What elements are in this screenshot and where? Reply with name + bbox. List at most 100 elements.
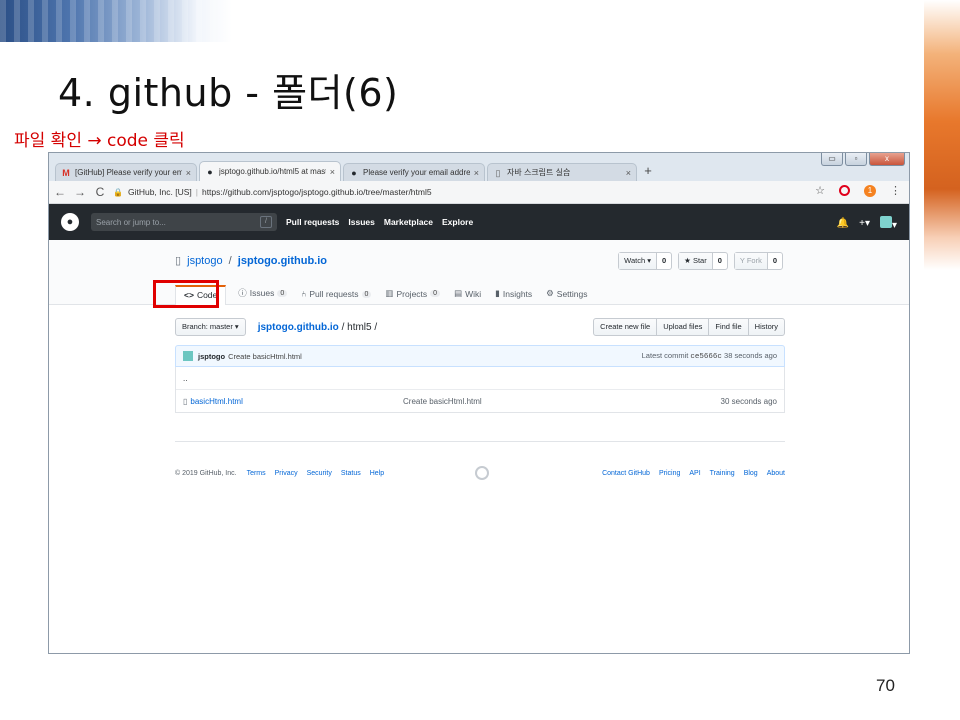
history-button[interactable]: History bbox=[749, 319, 784, 335]
footer-link-status[interactable]: Status bbox=[341, 470, 361, 477]
breadcrumb-repo-link[interactable]: jsptogo.github.io bbox=[258, 322, 339, 333]
browser-menu-icon[interactable]: ⋮ bbox=[890, 184, 901, 197]
watch-label: Watch ▾ bbox=[619, 253, 657, 269]
footer-link-about[interactable]: About bbox=[767, 470, 785, 477]
footer-link-blog[interactable]: Blog bbox=[744, 470, 758, 477]
file-commit-message[interactable]: Create basicHtml.html bbox=[403, 397, 721, 406]
nav-issues[interactable]: Issues bbox=[348, 217, 374, 227]
nav-pull-requests[interactable]: Pull requests bbox=[286, 217, 339, 227]
browser-tab-gmail[interactable]: M [GitHub] Please verify your email × bbox=[55, 163, 197, 181]
github-search-input[interactable]: Search or jump to... / bbox=[91, 213, 277, 231]
github-icon: ● bbox=[207, 166, 213, 177]
github-nav: Pull requests Issues Marketplace Explore bbox=[286, 217, 473, 227]
browser-tab-github-repo[interactable]: ● jsptogo.github.io/html5 at master × bbox=[199, 161, 341, 181]
footer-link-pricing[interactable]: Pricing bbox=[659, 470, 680, 477]
footer-link-terms[interactable]: Terms bbox=[247, 470, 266, 477]
commit-author[interactable]: jsptogo bbox=[198, 352, 225, 361]
footer-link-privacy[interactable]: Privacy bbox=[275, 470, 298, 477]
code-tab-highlight-box bbox=[153, 280, 219, 308]
graph-icon: ▮ bbox=[495, 288, 500, 298]
tab-projects[interactable]: ▥ Projects 0 bbox=[385, 288, 441, 304]
tab-wiki-label: Wiki bbox=[465, 288, 482, 299]
nav-explore[interactable]: Explore bbox=[442, 217, 473, 227]
tab-close-icon[interactable]: × bbox=[330, 167, 335, 177]
tab-settings[interactable]: ⚙ Settings bbox=[546, 288, 587, 304]
file-list: .. ▯ basicHtml.html Create basicHtml.htm… bbox=[175, 367, 785, 413]
tab-close-icon[interactable]: × bbox=[474, 168, 479, 178]
issue-icon: ⓘ bbox=[238, 288, 247, 298]
repo-book-icon: ▯ bbox=[175, 255, 182, 267]
find-file-button[interactable]: Find file bbox=[709, 319, 749, 335]
search-shortcut-key: / bbox=[260, 216, 272, 228]
github-logo-icon[interactable]: ● bbox=[61, 213, 79, 231]
tab-wiki[interactable]: ▤ Wiki bbox=[454, 288, 481, 304]
gear-icon: ⚙ bbox=[546, 288, 554, 298]
footer-link-api[interactable]: API bbox=[689, 470, 700, 477]
opera-icon[interactable] bbox=[839, 185, 850, 196]
footer-right-links: Contact GitHub Pricing API Training Blog… bbox=[602, 470, 785, 477]
gmail-icon: M bbox=[62, 167, 70, 178]
github-footer-logo-icon[interactable] bbox=[475, 466, 489, 480]
create-new-icon[interactable]: +▾ bbox=[859, 218, 870, 229]
tab-label: [GitHub] Please verify your email bbox=[75, 168, 182, 177]
parent-directory-link[interactable]: .. bbox=[183, 374, 403, 383]
commit-message[interactable]: Create basicHtml.html bbox=[228, 352, 302, 361]
new-tab-button[interactable]: + bbox=[639, 163, 657, 181]
browser-tab-verify-email[interactable]: ● Please verify your email address × bbox=[343, 163, 485, 181]
address-bar[interactable]: 🔒 GitHub, Inc. [US] | https://github.com… bbox=[113, 184, 773, 200]
notification-bell-icon[interactable]: 🔔 bbox=[837, 218, 849, 229]
tab-close-icon[interactable]: × bbox=[626, 168, 631, 178]
repo-name-link[interactable]: jsptogo.github.io bbox=[238, 255, 327, 267]
repo-owner-link[interactable]: jsptogo bbox=[187, 255, 222, 267]
footer-copyright: © 2019 GitHub, Inc. bbox=[175, 470, 237, 477]
wiki-icon: ▤ bbox=[454, 288, 463, 298]
bookmark-star-icon[interactable]: ☆ bbox=[815, 184, 825, 197]
nav-marketplace[interactable]: Marketplace bbox=[384, 217, 433, 227]
file-name[interactable]: ▯ basicHtml.html bbox=[183, 397, 403, 406]
browser-tab-javascript[interactable]: ▯ 자바 스크립트 실습 × bbox=[487, 163, 637, 181]
tab-pull-requests[interactable]: ⑃ Pull requests 0 bbox=[301, 289, 372, 304]
create-new-file-button[interactable]: Create new file bbox=[594, 319, 658, 335]
github-icon: ● bbox=[351, 167, 357, 178]
close-window-button[interactable]: x bbox=[869, 153, 905, 166]
list-item[interactable]: ▯ basicHtml.html Create basicHtml.html 3… bbox=[176, 389, 784, 412]
tab-insights-label: Insights bbox=[502, 288, 533, 299]
window-controls: ▭ ▫ x bbox=[821, 153, 905, 166]
slide-instruction: 파일 확인 → code 클릭 bbox=[14, 131, 185, 151]
tab-insights[interactable]: ▮ Insights bbox=[495, 288, 532, 304]
forward-icon[interactable]: → bbox=[71, 185, 89, 199]
watch-button[interactable]: Watch ▾ 0 bbox=[618, 252, 673, 270]
breadcrumb-path: / html5 / bbox=[341, 321, 378, 333]
fork-label: Y Fork bbox=[734, 253, 768, 269]
footer-link-contact[interactable]: Contact GitHub bbox=[602, 470, 650, 477]
maximize-button[interactable]: ▫ bbox=[845, 153, 867, 166]
footer-link-training[interactable]: Training bbox=[710, 470, 735, 477]
reload-icon[interactable]: C bbox=[91, 185, 109, 199]
branch-select-button[interactable]: Branch: master ▾ bbox=[175, 318, 246, 336]
tab-issues[interactable]: ⓘ Issues 0 bbox=[238, 287, 288, 304]
tab-strip: M [GitHub] Please verify your email × ● … bbox=[55, 161, 657, 181]
slide-right-decoration bbox=[924, 0, 960, 270]
star-label: ★ Star bbox=[679, 253, 713, 269]
pull-requests-counter: 0 bbox=[361, 290, 372, 298]
star-button[interactable]: ★ Star 0 bbox=[678, 252, 728, 270]
footer-link-security[interactable]: Security bbox=[307, 470, 332, 477]
extension-badge-icon[interactable]: 1 bbox=[864, 184, 876, 197]
slide-title: 4. github - 폴더(6) bbox=[58, 71, 399, 115]
commit-sha[interactable]: ce5666c bbox=[690, 353, 722, 361]
back-icon[interactable]: ← bbox=[51, 185, 69, 199]
browser-window: ▭ ▫ x M [GitHub] Please verify your emai… bbox=[48, 152, 910, 654]
tab-close-icon[interactable]: × bbox=[186, 168, 191, 178]
tab-label: jsptogo.github.io/html5 at master bbox=[219, 167, 326, 176]
commit-meta: Latest commit ce5666c 38 seconds ago bbox=[642, 351, 777, 361]
avatar bbox=[879, 216, 892, 228]
list-item[interactable]: .. bbox=[176, 367, 784, 389]
minimize-button[interactable]: ▭ bbox=[821, 153, 843, 166]
issues-counter: 0 bbox=[277, 289, 288, 297]
fork-button[interactable]: Y Fork 0 bbox=[733, 252, 783, 270]
footer-link-help[interactable]: Help bbox=[370, 470, 384, 477]
toolbar-right: ☆ 1 ⋮ bbox=[815, 184, 901, 197]
repo-actions: Watch ▾ 0 ★ Star 0 Y Fork 0 bbox=[618, 252, 783, 270]
user-menu[interactable]: ▾ bbox=[879, 216, 897, 231]
upload-files-button[interactable]: Upload files bbox=[657, 319, 710, 335]
